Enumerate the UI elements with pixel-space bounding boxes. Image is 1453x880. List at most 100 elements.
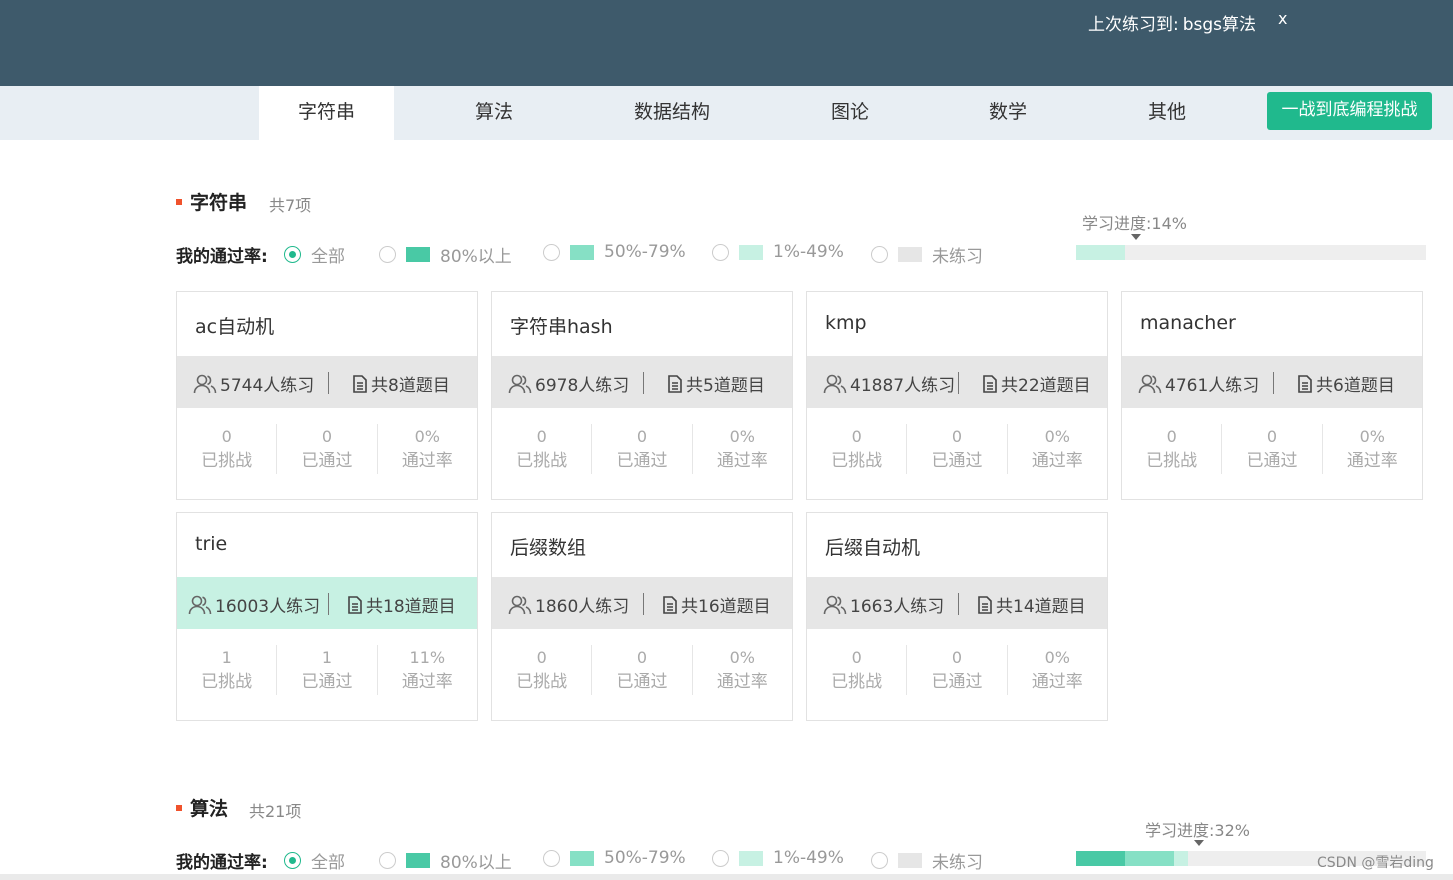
filter-option-label: 1%-49%	[773, 242, 844, 262]
radio-icon[interactable]	[284, 852, 301, 869]
tab-graph-theory[interactable]: 图论	[790, 86, 910, 140]
filter-option-all[interactable]: 全部	[284, 848, 345, 873]
progress-bar	[1076, 245, 1426, 260]
topic-card[interactable]: ac自动机 5744人练习 共8道题目 0 已挑战 0 已通过 0% 通过率	[176, 291, 478, 500]
passed-label: 已通过	[931, 672, 983, 692]
topic-stats: 0 已挑战 0 已通过 0% 通过率	[807, 424, 1107, 474]
radio-icon[interactable]	[543, 849, 560, 867]
people-icon	[1138, 374, 1162, 393]
radio-icon[interactable]	[712, 243, 729, 261]
challenged-count: 0	[221, 427, 232, 446]
radio-icon[interactable]	[871, 246, 888, 263]
problem-count: 共22道题目	[1001, 376, 1091, 396]
document-icon	[668, 374, 682, 393]
topic-meta: 41887人练习 共22道题目	[807, 356, 1107, 408]
radio-icon[interactable]	[284, 246, 301, 263]
topic-card[interactable]: manacher 4761人练习 共6道题目 0 已挑战 0 已通过 0% 通过率	[1121, 291, 1423, 500]
pass-rate-filter: 我的通过率: 全部 80%以上 50%-79% 1%-49% 未练习	[176, 242, 1006, 267]
document-icon	[983, 374, 997, 393]
topic-card[interactable]: 后缀自动机 1663人练习 共14道题目 0 已挑战 0 已通过 0% 通过率	[806, 512, 1108, 721]
pass-rate-label: 通过率	[1346, 451, 1398, 471]
tab-strings[interactable]: 字符串	[259, 86, 394, 140]
watermark: CSDN @雪岩ding	[1317, 855, 1434, 871]
challenged-count: 0	[1166, 427, 1177, 446]
topic-card[interactable]: trie 16003人练习 共18道题目 1 已挑战 1 已通过 11% 通过率	[176, 512, 478, 721]
filter-option-80-plus[interactable]: 80%以上	[379, 242, 512, 267]
pass-rate: 11%	[409, 648, 446, 667]
top-banner: 上次练习到: bsgs算法 x	[0, 0, 1453, 86]
passed-count: 0	[636, 648, 648, 667]
last-practice-topic[interactable]: bsgs算法	[1183, 15, 1256, 35]
progress-label: 学习进度:32%	[1145, 821, 1250, 840]
color-swatch	[739, 244, 763, 260]
filter-option-not-practiced[interactable]: 未练习	[871, 848, 983, 873]
radio-icon[interactable]	[543, 243, 560, 261]
filter-option-not-practiced[interactable]: 未练习	[871, 242, 983, 267]
tab-algorithms[interactable]: 算法	[434, 86, 554, 140]
passed-count: 0	[636, 427, 648, 446]
topic-name: manacher	[1140, 312, 1236, 334]
practice-count: 6978人练习	[535, 376, 630, 396]
people-icon	[193, 374, 217, 393]
topic-stats: 0 已挑战 0 已通过 0% 通过率	[492, 424, 792, 474]
caret-down-icon	[1194, 840, 1204, 846]
challenged-label: 已挑战	[831, 451, 883, 471]
filter-option-1-49[interactable]: 1%-49%	[712, 848, 844, 868]
section-marker	[176, 198, 182, 205]
problem-count: 共14道题目	[996, 597, 1086, 617]
filter-option-label: 80%以上	[440, 853, 512, 873]
challenge-button[interactable]: 一战到底编程挑战	[1267, 92, 1432, 130]
challenged-label: 已挑战	[201, 672, 253, 692]
pass-rate: 0%	[1044, 648, 1071, 667]
passed-label: 已通过	[301, 672, 353, 692]
passed-label: 已通过	[1246, 451, 1298, 471]
problem-count: 共16道题目	[681, 597, 771, 617]
radio-icon[interactable]	[379, 246, 396, 263]
section-count: 共21项	[249, 802, 302, 821]
color-swatch	[570, 244, 594, 260]
filter-option-80-plus[interactable]: 80%以上	[379, 848, 512, 873]
topic-card[interactable]: 字符串hash 6978人练习 共5道题目 0 已挑战 0 已通过 0% 通过率	[491, 291, 793, 500]
tab-other[interactable]: 其他	[1107, 86, 1227, 140]
people-icon	[508, 595, 532, 614]
radio-icon[interactable]	[712, 849, 729, 867]
close-icon[interactable]: x	[1278, 9, 1287, 28]
practice-count: 41887人练习	[850, 376, 956, 396]
challenged-label: 已挑战	[831, 672, 883, 692]
filter-option-50-79[interactable]: 50%-79%	[543, 242, 686, 262]
filter-option-1-49[interactable]: 1%-49%	[712, 242, 844, 262]
filter-option-50-79[interactable]: 50%-79%	[543, 848, 686, 868]
section-title: 字符串	[176, 188, 247, 215]
last-practice[interactable]: 上次练习到: bsgs算法	[1088, 10, 1256, 35]
color-swatch	[898, 247, 922, 262]
passed-count: 0	[1266, 427, 1278, 446]
problem-count: 共6道题目	[1316, 376, 1395, 396]
divider	[643, 593, 644, 615]
topic-card[interactable]: 后缀数组 1860人练习 共16道题目 0 已挑战 0 已通过 0% 通过率	[491, 512, 793, 721]
document-icon	[1298, 374, 1312, 393]
progress-fill-80-plus	[1076, 851, 1125, 866]
radio-icon[interactable]	[379, 852, 396, 869]
passed-label: 已通过	[616, 451, 668, 471]
section-marker	[176, 804, 182, 811]
divider	[643, 372, 644, 394]
topic-meta: 4761人练习 共6道题目	[1122, 356, 1422, 408]
color-swatch	[406, 853, 430, 868]
document-icon	[978, 595, 992, 614]
topic-card[interactable]: kmp 41887人练习 共22道题目 0 已挑战 0 已通过 0% 通过率	[806, 291, 1108, 500]
problem-count: 共8道题目	[371, 376, 450, 396]
document-icon	[353, 374, 367, 393]
people-icon	[823, 595, 847, 614]
divider	[328, 593, 329, 615]
pass-rate-label: 通过率	[1031, 451, 1083, 471]
challenged-label: 已挑战	[516, 451, 568, 471]
pass-rate-label: 通过率	[716, 451, 768, 471]
tab-math[interactable]: 数学	[948, 86, 1068, 140]
section-title: 算法	[176, 794, 228, 821]
challenged-count: 0	[851, 427, 862, 446]
topic-name: 后缀数组	[510, 537, 587, 559]
tab-data-structures[interactable]: 数据结构	[610, 86, 734, 140]
radio-icon[interactable]	[871, 852, 888, 869]
filter-option-all[interactable]: 全部	[284, 242, 345, 267]
filter-option-label: 未练习	[932, 853, 983, 873]
